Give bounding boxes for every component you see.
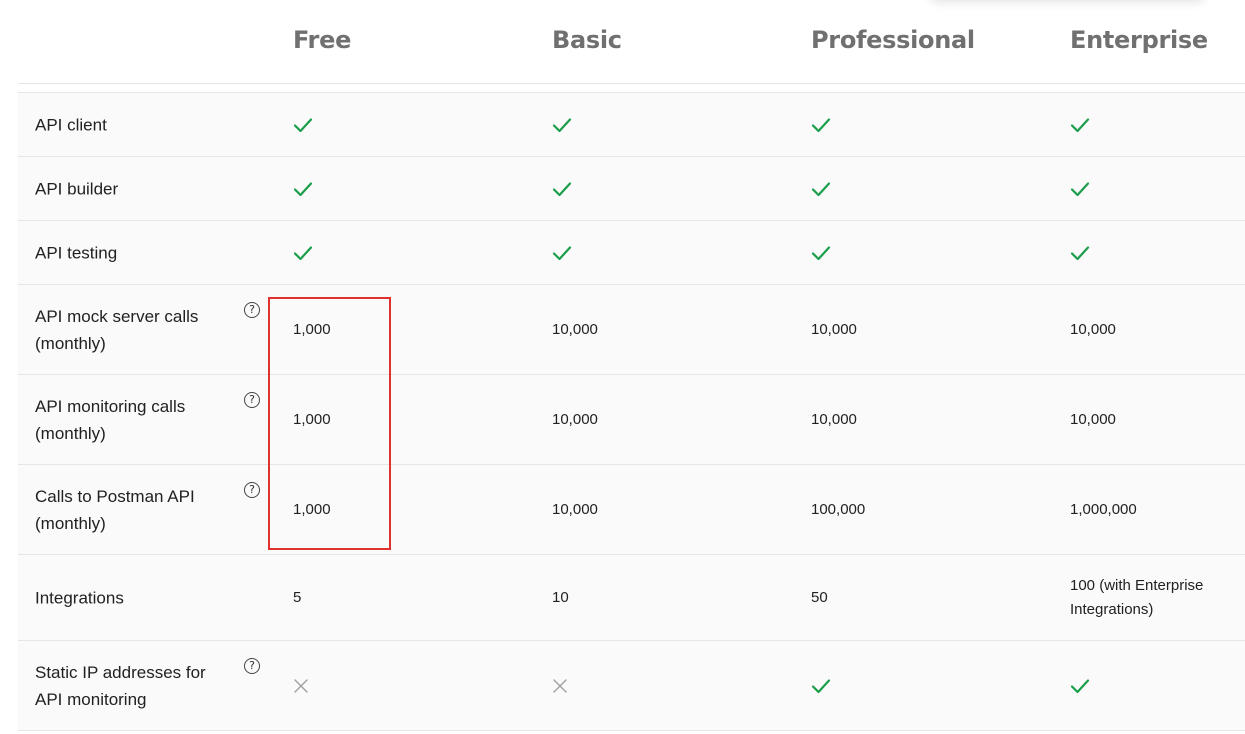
plan-cell-free [293, 117, 313, 133]
checkmark-icon [552, 181, 572, 196]
feature-label: API client [35, 115, 107, 134]
plan-cell-enterprise [1070, 245, 1090, 261]
question-circle-icon[interactable]: ? [244, 392, 260, 408]
cross-icon [553, 678, 567, 693]
plan-cell-enterprise: 10,000 [1070, 320, 1116, 338]
checkmark-icon [811, 678, 831, 693]
feature-comparison-table: API client API builder API testing API mock… [18, 93, 1245, 731]
checkmark-icon [1070, 245, 1090, 260]
plan-cell-free: 1,000 [293, 500, 331, 518]
plan-cell-basic [552, 678, 568, 694]
feature-label: Calls to Postman API (monthly) [35, 486, 195, 533]
header-spacer [18, 84, 1245, 93]
checkmark-icon [1070, 181, 1090, 196]
checkmark-icon [552, 245, 572, 260]
plan-cell-enterprise: 1,000,000 [1070, 500, 1137, 518]
checkmark-icon [1070, 678, 1090, 693]
plan-cell-basic: 10,000 [552, 410, 598, 428]
checkmark-icon [293, 181, 313, 196]
feature-label: Static IP addresses for API monitoring [35, 662, 206, 709]
question-circle-icon[interactable]: ? [244, 658, 260, 674]
plan-cell-basic [552, 245, 572, 261]
checkmark-icon [811, 181, 831, 196]
plan-cell-basic: 10,000 [552, 320, 598, 338]
feature-label: API testing [35, 243, 118, 262]
cross-icon [294, 678, 308, 693]
plan-cell-basic [552, 181, 572, 197]
table-row: Static IP addresses for API monitoring? [18, 641, 1245, 731]
plan-cell-free [293, 181, 313, 197]
plan-cell-free: 5 [293, 588, 302, 606]
plan-cell-professional: 10,000 [811, 410, 857, 428]
plan-cell-basic: 10 [552, 588, 569, 606]
checkmark-icon [811, 117, 831, 132]
plan-cell-basic: 10,000 [552, 500, 598, 518]
checkmark-icon [293, 117, 313, 132]
plan-cell-professional [811, 678, 831, 694]
table-row: API mock server calls (monthly)? 1,000 10,… [18, 285, 1245, 375]
plan-cell-professional: 50 [811, 588, 828, 606]
plan-cell-professional [811, 181, 831, 197]
plan-cell-free: 1,000 [293, 410, 331, 428]
question-circle-icon[interactable]: ? [244, 482, 260, 498]
plan-name-basic: Basic [552, 26, 622, 54]
plan-cell-basic [552, 117, 572, 133]
table-row: API monitoring calls (monthly)? 1,000 10,0… [18, 375, 1245, 465]
plan-cell-professional [811, 245, 831, 261]
checkmark-icon [1070, 117, 1090, 132]
plan-cell-enterprise: 10,000 [1070, 410, 1116, 428]
table-row: API client [18, 93, 1245, 157]
plan-cell-professional: 100,000 [811, 500, 866, 518]
question-circle-icon[interactable]: ? [244, 302, 260, 318]
plan-name-enterprise: Enterprise [1070, 26, 1208, 54]
plan-cell-free [293, 245, 313, 261]
table-row: Integrations 5 10 50 100 (with Enterprise In… [18, 555, 1245, 641]
table-row: API testing [18, 221, 1245, 285]
plan-name-professional: Professional [811, 26, 975, 54]
checkmark-icon [552, 117, 572, 132]
plan-cell-professional: 10,000 [811, 320, 857, 338]
plan-cell-enterprise [1070, 117, 1090, 133]
plan-cell-enterprise: 100 (with Enterprise Integrations) [1070, 576, 1204, 618]
feature-label: Integrations [35, 588, 124, 607]
feature-label: API builder [35, 179, 119, 198]
plan-header-row: Free Basic Professional Enterprise [18, 0, 1245, 84]
feature-label: API monitoring calls (monthly) [35, 396, 186, 443]
plan-cell-professional [811, 117, 831, 133]
plan-name-free: Free [293, 26, 352, 54]
plan-cell-enterprise [1070, 678, 1090, 694]
feature-label: API mock server calls (monthly) [35, 306, 199, 353]
table-row: API builder [18, 157, 1245, 221]
checkmark-icon [293, 245, 313, 260]
plan-cell-free: 1,000 [293, 320, 331, 338]
plan-cell-enterprise [1070, 181, 1090, 197]
plan-cell-free [293, 678, 309, 694]
table-row: Calls to Postman API (monthly)? 1,000 10,0… [18, 465, 1245, 555]
checkmark-icon [811, 245, 831, 260]
